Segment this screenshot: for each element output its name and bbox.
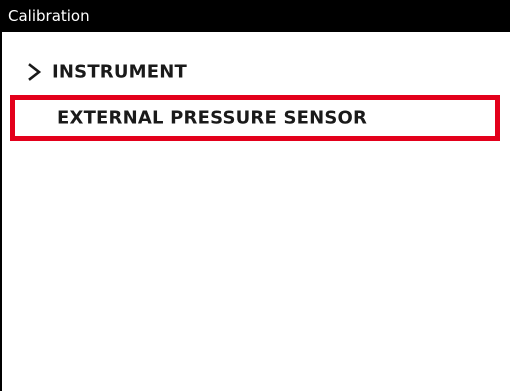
- title-bar: Calibration: [0, 0, 510, 32]
- calibration-menu: INSTRUMENT EXTERNAL PRESSURE SENSOR: [0, 50, 510, 141]
- page-title: Calibration: [8, 7, 90, 25]
- menu-item-label: INSTRUMENT: [52, 61, 188, 83]
- menu-item-external-pressure-sensor[interactable]: EXTERNAL PRESSURE SENSOR: [10, 95, 500, 141]
- menu-item-label: EXTERNAL PRESSURE SENSOR: [57, 107, 368, 129]
- menu-item-instrument[interactable]: INSTRUMENT: [0, 50, 510, 94]
- chevron-right-icon: [28, 63, 42, 81]
